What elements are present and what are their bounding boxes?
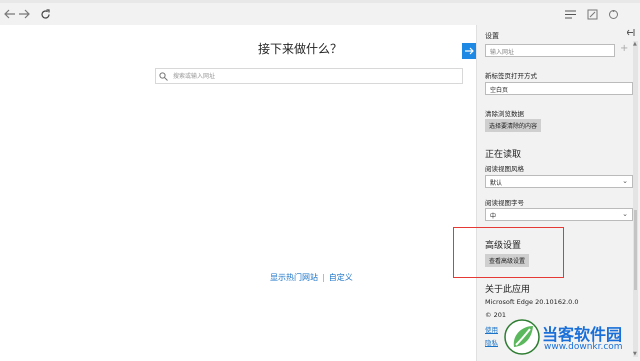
new-tab-label: 新标签页打开方式: [485, 72, 537, 80]
new-tab-select[interactable]: 空白页: [485, 82, 633, 95]
hub-menu-icon[interactable]: [562, 6, 578, 22]
web-note-icon[interactable]: [584, 6, 600, 22]
pin-icon[interactable]: [626, 29, 636, 38]
version-text: Microsoft Edge 20.10162.0.0: [485, 298, 579, 306]
toolbar: [0, 3, 640, 25]
reading-font-value: 中: [490, 213, 497, 220]
search-placeholder: 搜索或输入网址: [173, 73, 216, 80]
chevron-down-icon: ⌄: [622, 177, 628, 185]
arrow-right-icon: [465, 47, 474, 55]
settings-title: 设置: [485, 32, 499, 40]
add-page-button[interactable]: +: [620, 43, 628, 54]
scroll-up-icon[interactable]: ▲: [633, 41, 637, 47]
privacy-link[interactable]: 隐私: [485, 337, 498, 347]
search-icon: [159, 72, 168, 81]
browser-window: 接下来做什么？ 搜索或输入网址 显示热门网站 | 自定义 设置 输入网址 + 新标签…: [0, 0, 640, 361]
share-icon[interactable]: [605, 6, 621, 22]
page-heading: 接下来做什么？: [257, 42, 342, 56]
forward-arrow-icon[interactable]: [16, 6, 32, 22]
chevron-down-icon: ⌄: [622, 210, 628, 218]
scrollbar-thumb[interactable]: [634, 210, 637, 290]
reading-font-label: 阅读视图字号: [485, 199, 524, 207]
reading-section-heading: 正在读取: [485, 150, 522, 160]
new-tab-page: 接下来做什么？ 搜索或输入网址: [0, 25, 476, 361]
terms-link[interactable]: 使用: [485, 324, 498, 334]
settings-scrollbar[interactable]: [633, 41, 638, 357]
clear-data-button[interactable]: 选择要清除的内容: [485, 119, 542, 132]
customize-link[interactable]: 自定义: [329, 273, 353, 282]
settings-panel: 设置 输入网址 + 新标签页打开方式 空白页 清除浏览数据 选择要清除的内容 正…: [476, 25, 640, 361]
watermark-logo-icon: [504, 319, 540, 355]
bottom-links: 显示热门网站 | 自定义: [270, 272, 370, 283]
clear-data-label: 清除浏览数据: [485, 110, 524, 118]
url-input-placeholder: 输入网址: [490, 49, 515, 56]
reading-style-value: 默认: [490, 180, 503, 187]
about-section-heading: 关于此应用: [485, 285, 531, 295]
reading-style-select[interactable]: 默认 ⌄: [485, 175, 633, 188]
search-go-button[interactable]: [462, 43, 477, 59]
search-input[interactable]: 搜索或输入网址: [155, 68, 463, 84]
advanced-settings-highlight: [453, 227, 564, 278]
new-tab-value: 空白页: [490, 87, 509, 94]
show-hot-sites-link[interactable]: 显示热门网站: [270, 273, 318, 282]
refresh-icon[interactable]: [37, 6, 53, 22]
url-input[interactable]: 输入网址: [485, 44, 615, 57]
reading-font-select[interactable]: 中 ⌄: [485, 208, 633, 221]
watermark-url: www.downkr.com: [544, 342, 623, 352]
reading-style-label: 阅读视图风格: [485, 165, 524, 173]
watermark: 当客软件园 www.downkr.com: [502, 317, 640, 361]
link-separator: |: [322, 273, 325, 282]
